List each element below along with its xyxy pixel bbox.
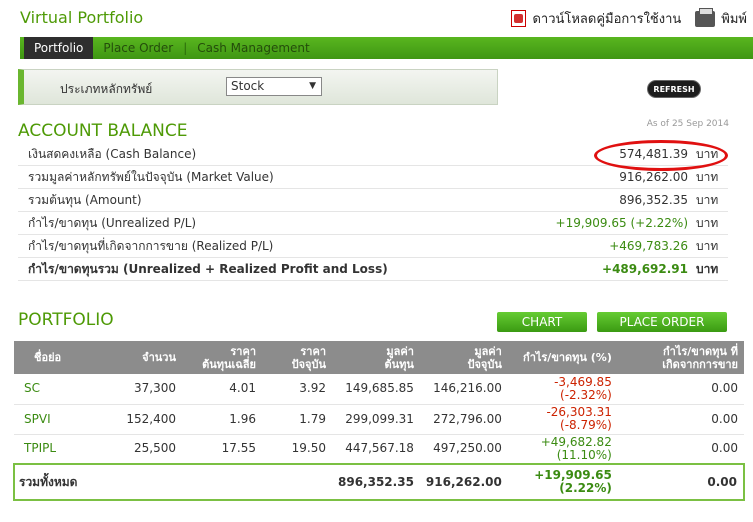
as-of-date: As of 25 Sep 2014	[646, 119, 729, 129]
symbol-link[interactable]: SPVI	[14, 404, 102, 435]
col-realized: กำไร/ขาดทุน ที่ เกิดจากการขาย	[617, 341, 744, 374]
balance-label: กำไร/ขาดทุนรวม (Unrealized + Realized Pr…	[28, 261, 388, 276]
cell-cost-value: 447,567.18	[332, 434, 420, 465]
tab-portfolio[interactable]: Portfolio	[24, 37, 94, 59]
balance-label: เงินสดคงเหลือ (Cash Balance)	[28, 146, 197, 161]
balance-label: กำไร/ขาดทุนที่เกิดจากการขาย (Realized P/…	[28, 238, 274, 253]
balance-unit: บาท	[696, 261, 719, 276]
col-symbol: ชื่อย่อ	[14, 341, 102, 374]
table-row: SC 37,300 4.01 3.92 149,685.85 146,216.0…	[14, 374, 744, 405]
cash-balance-highlight	[594, 140, 728, 171]
balance-row-unrealized: กำไร/ขาดทุน (Unrealized P/L) +19,909.65 …	[18, 212, 728, 235]
total-label: รวมทั้งหมด	[13, 463, 102, 501]
tab-place-order[interactable]: Place Order	[93, 37, 183, 59]
cell-price: 19.50	[262, 434, 332, 465]
balance-row-realized: กำไร/ขาดทุนที่เกิดจากการขาย (Realized P/…	[18, 235, 728, 258]
cell-empty	[262, 463, 332, 501]
chevron-down-icon: ▼	[309, 81, 316, 91]
cell-empty	[102, 463, 182, 501]
page-title: Virtual Portfolio	[20, 8, 144, 27]
cell-market-value: 272,796.00	[419, 404, 508, 435]
total-pl: +19,909.65 (2.22%)	[507, 463, 618, 501]
cell-qty: 152,400	[102, 404, 182, 435]
total-realized: 0.00	[617, 463, 746, 501]
symbol-link[interactable]: SC	[14, 374, 102, 405]
balance-unit: บาท	[696, 215, 719, 230]
tab-bar: Portfolio Place Order | Cash Management	[20, 37, 753, 59]
cell-realized: 0.00	[617, 404, 744, 435]
portfolio-title: PORTFOLIO	[18, 310, 114, 330]
balance-value: +469,783.26	[609, 239, 688, 253]
col-price: ราคา ปัจจุบัน	[262, 341, 332, 374]
balance-unit: บาท	[696, 238, 719, 253]
table-row: TPIPL 25,500 17.55 19.50 447,567.18 497,…	[14, 434, 744, 465]
symbol-link[interactable]: TPIPL	[14, 434, 102, 465]
balance-label: รวมต้นทุน (Amount)	[28, 192, 142, 207]
total-cost-value: 896,352.35	[332, 463, 420, 501]
cell-market-value: 146,216.00	[419, 374, 508, 405]
print-link[interactable]: พิมพ์	[721, 8, 747, 29]
balance-row-amount: รวมต้นทุน (Amount) 896,352.35 บาท	[18, 189, 728, 212]
place-order-button[interactable]: PLACE ORDER	[597, 312, 727, 332]
cell-qty: 37,300	[102, 374, 182, 405]
balance-row-market-value: รวมมูลค่าหลักทรัพย์ในปัจจุบัน (Market Va…	[18, 166, 728, 189]
balance-value: 896,352.35	[619, 193, 688, 207]
cell-avg-cost: 4.01	[182, 374, 262, 405]
portfolio-table: ชื่อย่อ จำนวน ราคา ต้นทุนเฉลี่ย ราคา ปัจจุ…	[13, 341, 746, 501]
security-type-select[interactable]: Stock ▼	[226, 77, 322, 96]
col-cost-value: มูลค่า ต้นทุน	[332, 341, 420, 374]
download-manual-link[interactable]: ดาวน์โหลดคู่มือการใช้งาน	[532, 8, 681, 29]
table-total-row: รวมทั้งหมด 896,352.35 916,262.00 +19,909…	[13, 463, 746, 501]
cell-cost-value: 149,685.85	[332, 374, 420, 405]
cell-price: 1.79	[262, 404, 332, 435]
header-actions: ดาวน์โหลดคู่มือการใช้งาน พิมพ์	[511, 7, 747, 29]
total-market-value: 916,262.00	[419, 463, 508, 501]
cell-pl: -26,303.31 (-8.79%)	[507, 404, 618, 435]
balance-unit: บาท	[696, 169, 719, 184]
col-market-value: มูลค่า ปัจจุบัน	[419, 341, 508, 374]
cell-pl: +49,682.82 (11.10%)	[507, 434, 618, 465]
cell-avg-cost: 1.96	[182, 404, 262, 435]
col-pl: กำไร/ขาดทุน (%)	[507, 341, 618, 374]
col-qty: จำนวน	[102, 341, 182, 374]
balance-value: +19,909.65 (+2.22%)	[555, 216, 688, 230]
security-type-value: Stock	[231, 79, 265, 93]
chart-button[interactable]: CHART	[497, 312, 587, 332]
balance-value: +489,692.91	[602, 262, 688, 276]
cell-price: 3.92	[262, 374, 332, 405]
cell-avg-cost: 17.55	[182, 434, 262, 465]
refresh-button[interactable]: REFRESH	[647, 80, 701, 98]
balance-row-total: กำไร/ขาดทุนรวม (Unrealized + Realized Pr…	[18, 258, 728, 281]
pdf-icon[interactable]	[511, 10, 527, 27]
security-type-label: ประเภทหลักทรัพย์	[60, 82, 153, 96]
cell-empty	[182, 463, 262, 501]
cell-realized: 0.00	[617, 374, 744, 405]
print-icon[interactable]	[695, 7, 716, 27]
cell-market-value: 497,250.00	[419, 434, 508, 465]
table-row: SPVI 152,400 1.96 1.79 299,099.31 272,79…	[14, 404, 744, 435]
col-avg-cost: ราคา ต้นทุนเฉลี่ย	[182, 341, 262, 374]
balance-value: 916,262.00	[619, 170, 688, 184]
balance-label: กำไร/ขาดทุน (Unrealized P/L)	[28, 215, 197, 230]
account-balance-title: ACCOUNT BALANCE	[18, 121, 188, 141]
table-header: ชื่อย่อ จำนวน ราคา ต้นทุนเฉลี่ย ราคา ปัจจุ…	[14, 341, 744, 374]
balance-unit: บาท	[696, 192, 719, 207]
cell-cost-value: 299,099.31	[332, 404, 420, 435]
tab-cash-management[interactable]: Cash Management	[187, 37, 319, 59]
cell-pl: -3,469.85 (-2.32%)	[507, 374, 618, 405]
cell-qty: 25,500	[102, 434, 182, 465]
balance-label: รวมมูลค่าหลักทรัพย์ในปัจจุบัน (Market Va…	[28, 169, 274, 184]
cell-realized: 0.00	[617, 434, 744, 465]
security-type-filter: ประเภทหลักทรัพย์ Stock ▼	[18, 69, 498, 105]
